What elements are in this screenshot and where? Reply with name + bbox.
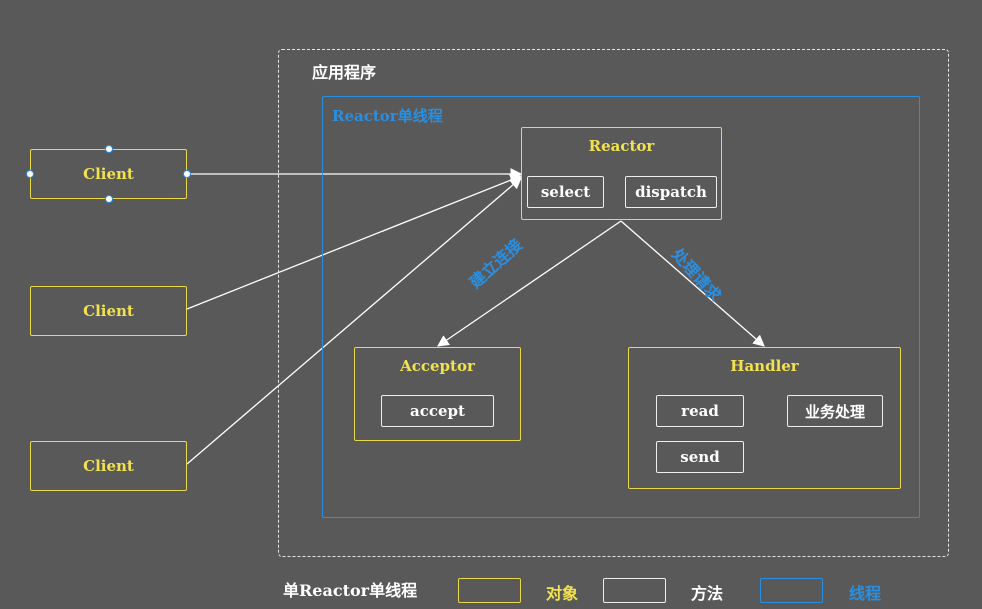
send-method-box[interactable]: send — [656, 441, 744, 473]
reactor-title: Reactor — [588, 137, 655, 155]
read-label: read — [681, 402, 719, 420]
selection-handle-bottom[interactable] — [105, 195, 113, 203]
selection-handle-top[interactable] — [105, 145, 113, 153]
handler-title: Handler — [730, 357, 799, 375]
send-label: send — [680, 448, 720, 466]
reactor-thread-title: Reactor单线程 — [332, 107, 443, 125]
dispatch-label: dispatch — [635, 183, 707, 201]
legend-method-swatch — [603, 578, 666, 603]
application-title: 应用程序 — [312, 63, 377, 82]
client-box-2[interactable]: Client — [30, 286, 187, 336]
legend-object-label: 对象 — [546, 584, 579, 603]
read-method-box[interactable]: read — [656, 395, 744, 427]
acceptor-title: Acceptor — [400, 357, 475, 375]
client-label: Client — [83, 457, 134, 475]
accept-label: accept — [410, 402, 465, 420]
legend-title: 单Reactor单线程 — [283, 581, 418, 600]
selection-handle-right[interactable] — [183, 170, 191, 178]
client-box-1[interactable]: Client — [30, 149, 187, 199]
business-process-label: 业务处理 — [804, 402, 865, 421]
legend-thread-swatch — [760, 578, 823, 603]
legend-thread-label: 线程 — [849, 584, 882, 603]
dispatch-method-box[interactable]: dispatch — [625, 176, 717, 208]
legend-object-swatch — [458, 578, 521, 603]
accept-method-box[interactable]: accept — [381, 395, 494, 427]
selection-handle-left[interactable] — [26, 170, 34, 178]
client-label: Client — [83, 302, 134, 320]
business-process-method-box[interactable]: 业务处理 — [787, 395, 883, 427]
client-label: Client — [83, 165, 134, 183]
legend-method-label: 方法 — [691, 584, 724, 603]
select-label: select — [540, 183, 591, 201]
select-method-box[interactable]: select — [527, 176, 604, 208]
client-box-3[interactable]: Client — [30, 441, 187, 491]
